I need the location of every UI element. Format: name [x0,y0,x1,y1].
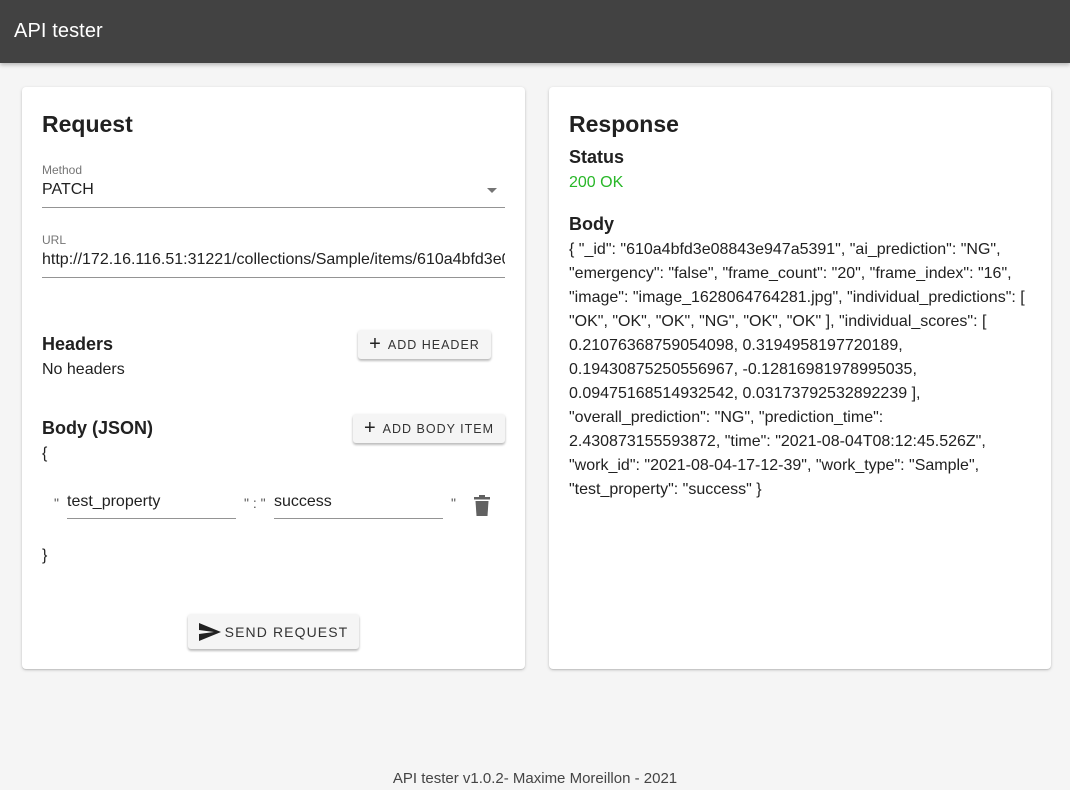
value-underline [274,518,443,519]
add-header-button[interactable]: + ADD HEADER [358,330,491,359]
add-body-item-button[interactable]: + ADD BODY ITEM [353,414,505,443]
send-request-label: SEND REQUEST [224,623,349,640]
response-body-text: { "_id": "610a4bfd3e08843e947a5391", "ai… [569,241,1025,498]
response-card: Response Status 200 OK Body { "_id": "61… [549,87,1051,669]
plus-icon: + [369,332,382,355]
url-input[interactable]: http://172.16.116.51:31221/collections/S… [42,251,505,269]
headers-empty-text: No headers [42,361,125,378]
status-value: 200 OK [569,174,624,191]
quote-close: " [451,495,456,511]
response-title: Response [569,111,679,137]
body-item-value-input[interactable]: success [274,493,332,511]
quote-open: " [54,495,59,511]
key-value-separator: " : " [244,495,266,511]
trash-icon[interactable] [472,495,492,517]
app-bar: API tester [0,0,1070,63]
body-open-brace: { [42,445,48,462]
body-close-brace: } [42,547,48,564]
method-underline [42,207,505,208]
add-body-item-label: ADD BODY ITEM [382,421,495,436]
url-underline [42,277,505,278]
body-title: Body (JSON) [42,418,154,438]
request-title: Request [42,111,133,137]
method-label: Method [42,163,83,177]
request-card: Request Method PATCH URL http://172.16.1… [22,87,525,669]
send-icon [198,622,221,641]
body-item-key-input[interactable]: test_property [67,493,160,511]
method-value[interactable]: PATCH [42,181,94,199]
send-request-button[interactable]: SEND REQUEST [188,614,359,649]
headers-title: Headers [42,334,114,354]
status-title: Status [569,147,625,167]
response-body-title: Body [569,214,614,234]
footer-text: API tester v1.0.2- Maxime Moreillon - 20… [392,770,678,787]
caret-down-icon[interactable] [487,188,497,193]
app-title: API tester [14,20,103,42]
add-header-label: ADD HEADER [387,337,480,352]
key-underline [67,518,236,519]
plus-icon: + [363,416,377,439]
url-label: URL [42,233,67,247]
